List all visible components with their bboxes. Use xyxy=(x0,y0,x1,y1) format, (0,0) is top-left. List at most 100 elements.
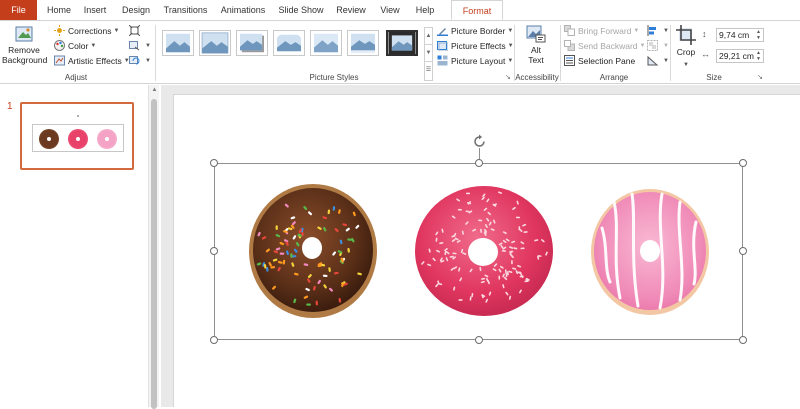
chevron-down-icon: ▼ xyxy=(663,43,669,49)
picture-style-black-frame[interactable] xyxy=(386,30,418,56)
resize-handle-top-right[interactable] xyxy=(739,159,747,167)
align-icon xyxy=(647,25,658,36)
alt-text-icon xyxy=(526,25,546,43)
group-separator xyxy=(155,25,156,81)
tab-format[interactable]: Format xyxy=(451,0,503,20)
change-picture-icon xyxy=(129,40,140,51)
color-label: Color xyxy=(68,41,88,51)
tab-design[interactable]: Design xyxy=(120,0,152,20)
picture-style-beveled[interactable] xyxy=(199,30,231,56)
artistic-effects-button[interactable]: Artistic Effects▼ xyxy=(54,55,130,66)
scroll-up-icon[interactable]: ▲ xyxy=(149,85,160,95)
picture-layout-button[interactable]: Picture Layout▼ xyxy=(437,55,513,66)
chevron-down-icon: ▼ xyxy=(663,58,669,64)
picture-style-soft-edge[interactable] xyxy=(310,30,342,56)
color-button[interactable]: Color▼ xyxy=(54,40,96,51)
thumbnail-picture xyxy=(32,124,124,152)
resize-handle-top[interactable] xyxy=(475,159,483,167)
rotate-handle-icon[interactable] xyxy=(471,133,488,150)
tab-slide-show[interactable]: Slide Show xyxy=(278,0,324,20)
selection-pane-button[interactable]: Selection Pane xyxy=(564,55,635,66)
chevron-down-icon[interactable]: ▼ xyxy=(425,45,432,62)
adjust-group-label: Adjust xyxy=(0,73,152,82)
picture-layout-icon xyxy=(437,55,448,66)
picture-style-reflected[interactable] xyxy=(347,30,379,56)
compress-pictures-button[interactable] xyxy=(129,25,143,36)
tab-file[interactable]: File xyxy=(0,0,37,20)
tab-help[interactable]: Help xyxy=(412,0,438,20)
resize-handle-right[interactable] xyxy=(739,247,747,255)
crop-icon xyxy=(676,25,696,45)
landscape-icon xyxy=(388,32,416,54)
slide-thumbnail[interactable] xyxy=(20,102,134,170)
arrange-group-label: Arrange xyxy=(560,73,668,82)
remove-background-label: Remove Background xyxy=(2,45,46,65)
height-icon: ↕ xyxy=(702,29,707,39)
artistic-effects-icon xyxy=(54,55,65,66)
chevron-down-icon: ▼ xyxy=(663,28,669,34)
dialog-launcher-icon[interactable]: ↘ xyxy=(757,73,765,81)
tab-transitions[interactable]: Transitions xyxy=(163,0,208,20)
landscape-icon xyxy=(311,31,341,55)
dialog-launcher-icon[interactable]: ↘ xyxy=(505,73,513,81)
shape-height-field[interactable]: 9,74 cm ▲▼ xyxy=(716,28,764,42)
artistic-effects-label: Artistic Effects xyxy=(68,56,122,66)
chevron-down-icon: ▼ xyxy=(145,58,151,64)
picture-effects-icon xyxy=(437,40,448,51)
shape-width-field[interactable]: 29,21 cm ▲▼ xyxy=(716,49,764,63)
pen-icon xyxy=(437,25,448,36)
chevron-down-icon: ▼ xyxy=(683,62,689,68)
remove-background-button[interactable]: Remove Background xyxy=(2,24,46,70)
shape-height-value: 9,74 cm xyxy=(719,30,749,40)
group-objects-button[interactable]: ▼ xyxy=(647,40,669,51)
resize-handle-bottom[interactable] xyxy=(475,336,483,344)
change-picture-button[interactable]: ▼ xyxy=(129,40,151,51)
corrections-button[interactable]: Corrections▼ xyxy=(54,25,119,36)
send-backward-button[interactable]: Send Backward▼ xyxy=(564,40,646,51)
resize-handle-bottom-left[interactable] xyxy=(210,336,218,344)
reset-picture-icon xyxy=(129,55,140,66)
picture-border-label: Picture Border xyxy=(451,26,505,36)
resize-handle-bottom-right[interactable] xyxy=(739,336,747,344)
landscape-icon xyxy=(274,31,304,55)
picture-selection-box[interactable] xyxy=(214,163,743,340)
alt-text-label: Alt Text xyxy=(524,45,548,65)
shape-width-value: 29,21 cm xyxy=(719,51,754,61)
tab-view[interactable]: View xyxy=(377,0,403,20)
tab-insert[interactable]: Insert xyxy=(80,0,110,20)
rotate-objects-button[interactable]: ▼ xyxy=(647,55,669,66)
bring-forward-button[interactable]: Bring Forward▼ xyxy=(564,25,639,36)
chevron-up-icon[interactable]: ▲ xyxy=(425,28,432,45)
width-icon: ↔ xyxy=(701,49,710,59)
chevron-down-icon: ▼ xyxy=(640,43,646,49)
spin-arrows-icon[interactable]: ▲▼ xyxy=(756,29,761,41)
tab-animations[interactable]: Animations xyxy=(218,0,268,20)
alt-text-button[interactable]: Alt Text xyxy=(522,25,550,65)
chevron-down-icon: ▼ xyxy=(507,58,513,64)
picture-effects-label: Picture Effects xyxy=(451,41,506,51)
reset-picture-button[interactable]: ▼ xyxy=(129,55,151,66)
scrollbar-thumb[interactable] xyxy=(151,99,157,409)
resize-handle-left[interactable] xyxy=(210,247,218,255)
picture-style-simple-frame[interactable] xyxy=(162,30,194,56)
picture-style-drop-shadow[interactable] xyxy=(236,30,268,56)
picture-style-rounded[interactable] xyxy=(273,30,305,56)
send-backward-label: Send Backward xyxy=(578,41,638,51)
chevron-down-icon: ▼ xyxy=(508,43,514,49)
picture-border-button[interactable]: Picture Border▼ xyxy=(437,25,513,36)
align-button[interactable]: ▼ xyxy=(647,25,669,36)
picture-effects-button[interactable]: Picture Effects▼ xyxy=(437,40,514,51)
picture-styles-group-label: Picture Styles xyxy=(158,73,510,82)
selection-pane-label: Selection Pane xyxy=(578,56,635,66)
landscape-icon xyxy=(348,31,378,55)
ribbon-tab-bar: File Home Insert Design Transitions Anim… xyxy=(0,0,800,20)
tab-review[interactable]: Review xyxy=(334,0,368,20)
sun-icon xyxy=(54,25,65,36)
crop-label: Crop xyxy=(674,47,698,57)
tab-home[interactable]: Home xyxy=(44,0,74,20)
spin-arrows-icon[interactable]: ▲▼ xyxy=(756,50,761,62)
chevron-down-icon: ▼ xyxy=(633,28,639,34)
resize-handle-top-left[interactable] xyxy=(210,159,218,167)
crop-button[interactable]: Crop ▼ xyxy=(674,25,698,69)
thumbnails-scrollbar[interactable]: ▲ xyxy=(148,85,159,407)
